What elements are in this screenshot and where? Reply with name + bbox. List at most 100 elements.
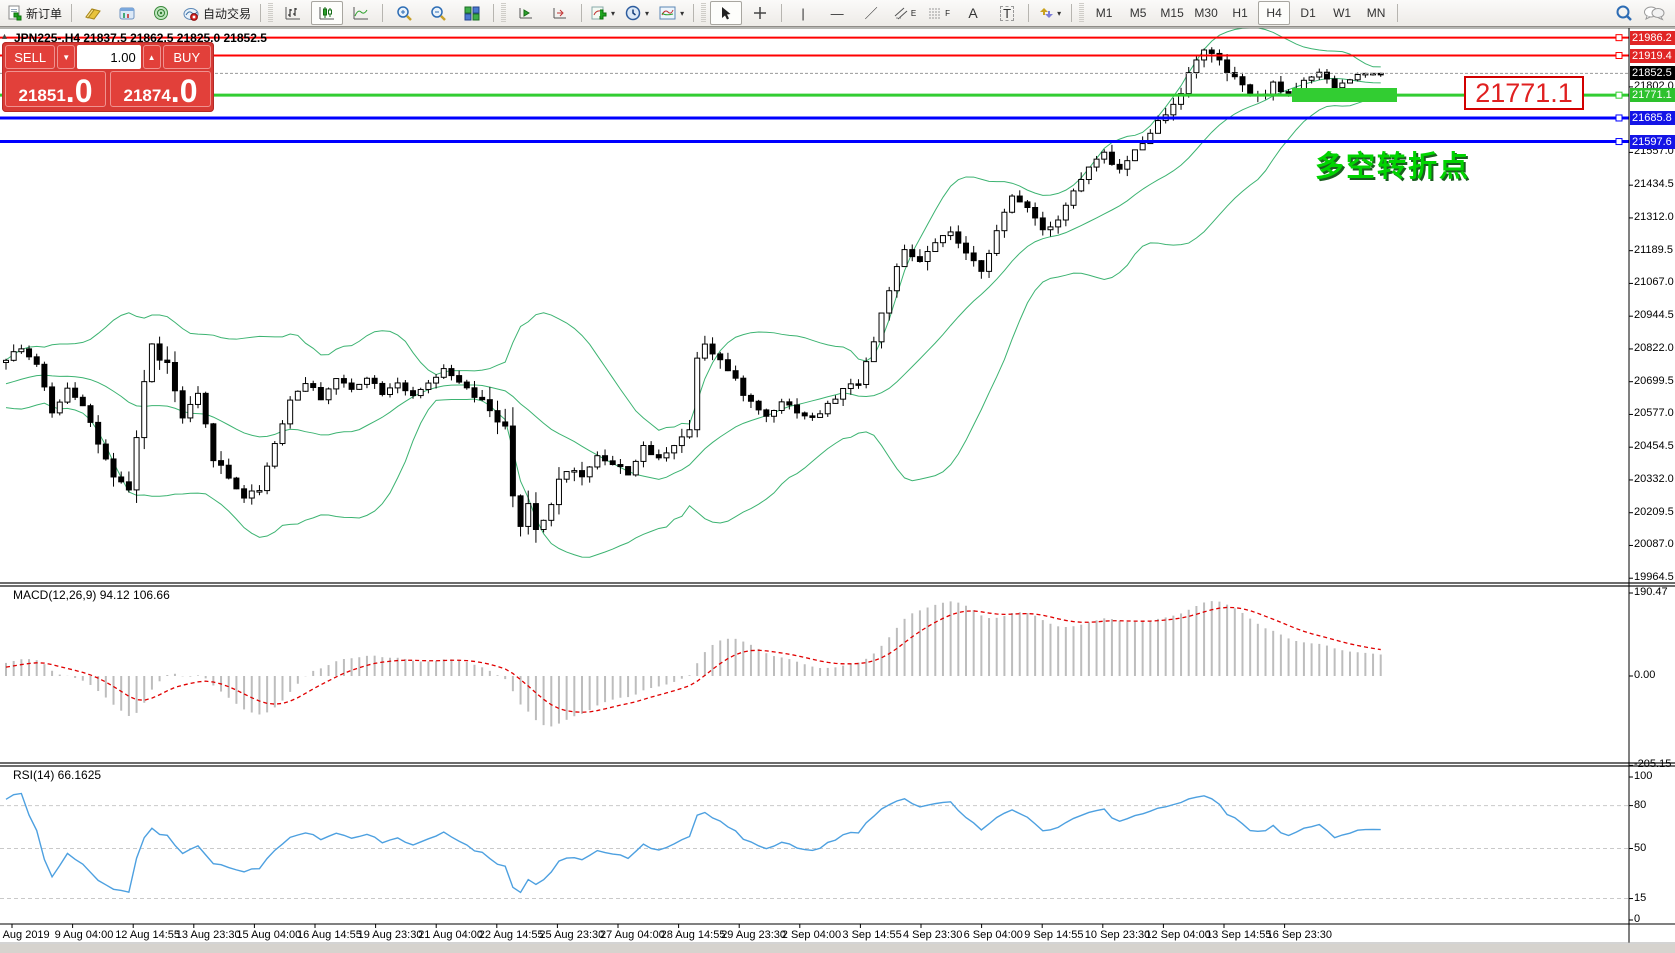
indicators-icon (591, 6, 607, 21)
vertical-line-button[interactable]: | (787, 1, 819, 25)
trendline-button[interactable]: ／ (855, 1, 887, 25)
zoom-in-button[interactable] (388, 1, 420, 25)
line-anchor-marker[interactable] (1616, 35, 1622, 41)
date-axis-label: 3 Sep 14:55 (842, 929, 901, 941)
timeframe-h1[interactable]: H1 (1224, 1, 1256, 25)
new-order-icon (7, 5, 23, 21)
date-axis-label: 6 Sep 04:00 (964, 929, 1023, 941)
chart-shift-button[interactable] (544, 1, 576, 25)
market-watch-button[interactable] (111, 1, 143, 25)
date-axis-label: 13 Sep 14:55 (1206, 929, 1271, 941)
date-axis-label: 28 Aug 14:55 (661, 929, 726, 941)
price-axis-tick: 20699.5 (1634, 375, 1674, 387)
autotrading-icon (183, 6, 200, 21)
macd-axis-tick: 190.47 (1634, 586, 1668, 598)
date-axis-label: 9 Aug 04:00 (55, 929, 114, 941)
line-anchor-marker[interactable] (1616, 115, 1622, 121)
date-axis-label: 2 Sep 04:00 (782, 929, 841, 941)
arrows-icon (1039, 6, 1053, 20)
one-click-trading-panel: SELL ▼ 1.00 ▲ BUY 21851 .0 21874 .0 (2, 42, 214, 112)
price-axis-badge: 21986.2 (1630, 31, 1675, 45)
rsi-axis-tick: 15 (1634, 892, 1646, 904)
templates-button[interactable]: ▾ (655, 1, 688, 25)
bollinger-lower (6, 99, 1381, 557)
autotrading-button[interactable]: 自动交易 (179, 1, 255, 25)
new-order-button[interactable]: 新订单 (3, 1, 66, 25)
indicators-caret: ▾ (611, 9, 615, 18)
horizontal-line-button[interactable]: — (821, 1, 853, 25)
line-anchor-marker[interactable] (1616, 139, 1622, 145)
price-axis-tick: 20332.0 (1634, 473, 1674, 485)
text-button[interactable]: A (957, 1, 989, 25)
date-axis-label: 16 Aug 14:55 (297, 929, 362, 941)
fibo-sub: F (945, 9, 950, 18)
buy-price-button[interactable]: 21874 .0 (110, 71, 211, 107)
arrows-button[interactable]: ▾ (1034, 1, 1066, 25)
date-axis-label: 22 Aug 14:55 (479, 929, 544, 941)
channel-icon (894, 6, 910, 20)
timeframe-h4[interactable]: H4 (1258, 1, 1290, 25)
cursor-button[interactable] (710, 1, 742, 25)
timeframe-bar: M1M5M15M30H1H4D1W1MN (1087, 1, 1393, 25)
line-anchor-marker[interactable] (1616, 92, 1622, 98)
cursor-icon (720, 6, 732, 20)
line-anchor-marker[interactable] (1616, 53, 1622, 59)
price-axis-tick: 20209.5 (1634, 506, 1674, 518)
periods-button[interactable]: ▾ (621, 1, 653, 25)
crosshair-button[interactable] (744, 1, 776, 25)
timeframe-m15[interactable]: M15 (1156, 1, 1188, 25)
profiles-button[interactable] (77, 1, 109, 25)
line-chart-button[interactable] (345, 1, 377, 25)
timeframe-m1[interactable]: M1 (1088, 1, 1120, 25)
buy-price: 21874 (124, 87, 171, 104)
macd-indicator-label: MACD(12,26,9) 94.12 106.66 (13, 588, 170, 602)
date-axis-label: 12 Sep 04:00 (1145, 929, 1210, 941)
bar-chart-button[interactable] (277, 1, 309, 25)
zoom-out-button[interactable] (422, 1, 454, 25)
auto-scroll-icon (518, 6, 534, 20)
fibonacci-button[interactable]: F (923, 1, 955, 25)
new-order-label: 新订单 (26, 5, 62, 22)
date-axis-label: 27 Aug 04:00 (600, 929, 665, 941)
navigator-button[interactable] (145, 1, 177, 25)
profiles-icon (84, 6, 102, 20)
macd-pane (6, 601, 1381, 726)
timeframe-mn[interactable]: MN (1360, 1, 1392, 25)
channel-button[interactable]: E (889, 1, 921, 25)
templates-caret: ▾ (680, 9, 684, 18)
timeframe-m30[interactable]: M30 (1190, 1, 1222, 25)
date-axis-label: 15 Aug 04:00 (236, 929, 301, 941)
price-axis-badge: 21852.5 (1630, 66, 1675, 80)
volume-up-button[interactable]: ▲ (143, 45, 161, 69)
sell-price-button[interactable]: 21851 .0 (5, 71, 106, 107)
auto-scroll-button[interactable] (510, 1, 542, 25)
text-label-button[interactable]: T (991, 1, 1023, 25)
price-callout-label[interactable]: 21771.1 (1464, 76, 1584, 110)
price-axis-tick: 20822.0 (1634, 342, 1674, 354)
chat-icon[interactable] (1643, 5, 1665, 21)
candlestick-icon (319, 6, 335, 20)
sell-button[interactable]: SELL (5, 45, 55, 69)
search-icon[interactable] (1615, 4, 1633, 22)
text-a-glyph: A (968, 6, 977, 20)
volume-input[interactable]: 1.00 (77, 45, 141, 69)
date-axis-label: 9 Sep 14:55 (1024, 929, 1083, 941)
price-axis-badge: 21771.1 (1630, 88, 1675, 102)
date-axis-label: 19 Aug 23:30 (358, 929, 423, 941)
sell-price: 21851 (19, 87, 66, 104)
tile-windows-button[interactable] (456, 1, 488, 25)
indicators-button[interactable]: ▾ (587, 1, 619, 25)
date-axis-label: 4 Sep 23:30 (903, 929, 962, 941)
volume-down-button[interactable]: ▼ (57, 45, 75, 69)
candlestick-button[interactable] (311, 1, 343, 25)
bollinger-middle (6, 78, 1381, 479)
fibonacci-icon (928, 6, 944, 20)
rectangle-object[interactable] (1292, 88, 1397, 102)
buy-button[interactable]: BUY (163, 45, 211, 69)
timeframe-m5[interactable]: M5 (1122, 1, 1154, 25)
timeframe-d1[interactable]: D1 (1292, 1, 1324, 25)
timeframe-w1[interactable]: W1 (1326, 1, 1358, 25)
tile-windows-icon (464, 6, 480, 21)
rsi-pane (0, 793, 1629, 898)
market-watch-icon (119, 6, 136, 21)
